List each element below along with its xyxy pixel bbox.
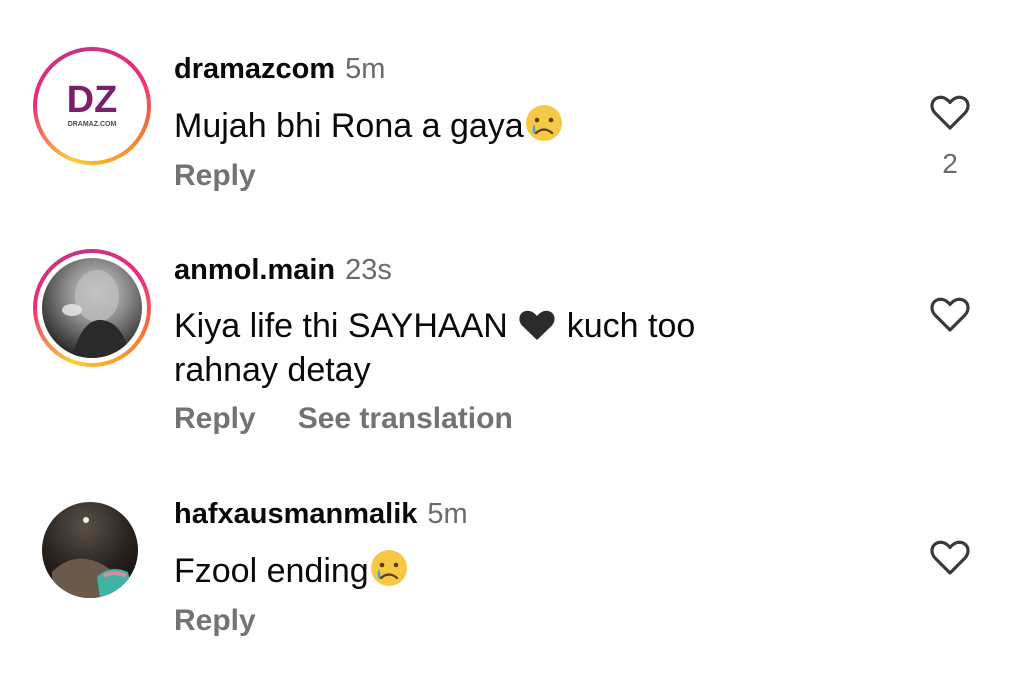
avatar[interactable]: [42, 502, 138, 598]
timestamp: 5m: [427, 498, 468, 530]
crying-face-icon: [369, 548, 409, 599]
comment-text: Fzool ending: [174, 548, 409, 599]
avatar-photo: [42, 502, 138, 598]
comment-item: hafxausmanmalik 5m Fzool ending Reply: [0, 0, 1024, 689]
comment-header: hafxausmanmalik 5m: [174, 497, 468, 531]
comment-text-content: Fzool ending: [174, 552, 369, 590]
reply-button[interactable]: Reply: [174, 604, 256, 637]
comment-actions: Reply: [174, 603, 256, 639]
heart-icon[interactable]: [928, 537, 972, 577]
username[interactable]: hafxausmanmalik: [174, 498, 417, 530]
